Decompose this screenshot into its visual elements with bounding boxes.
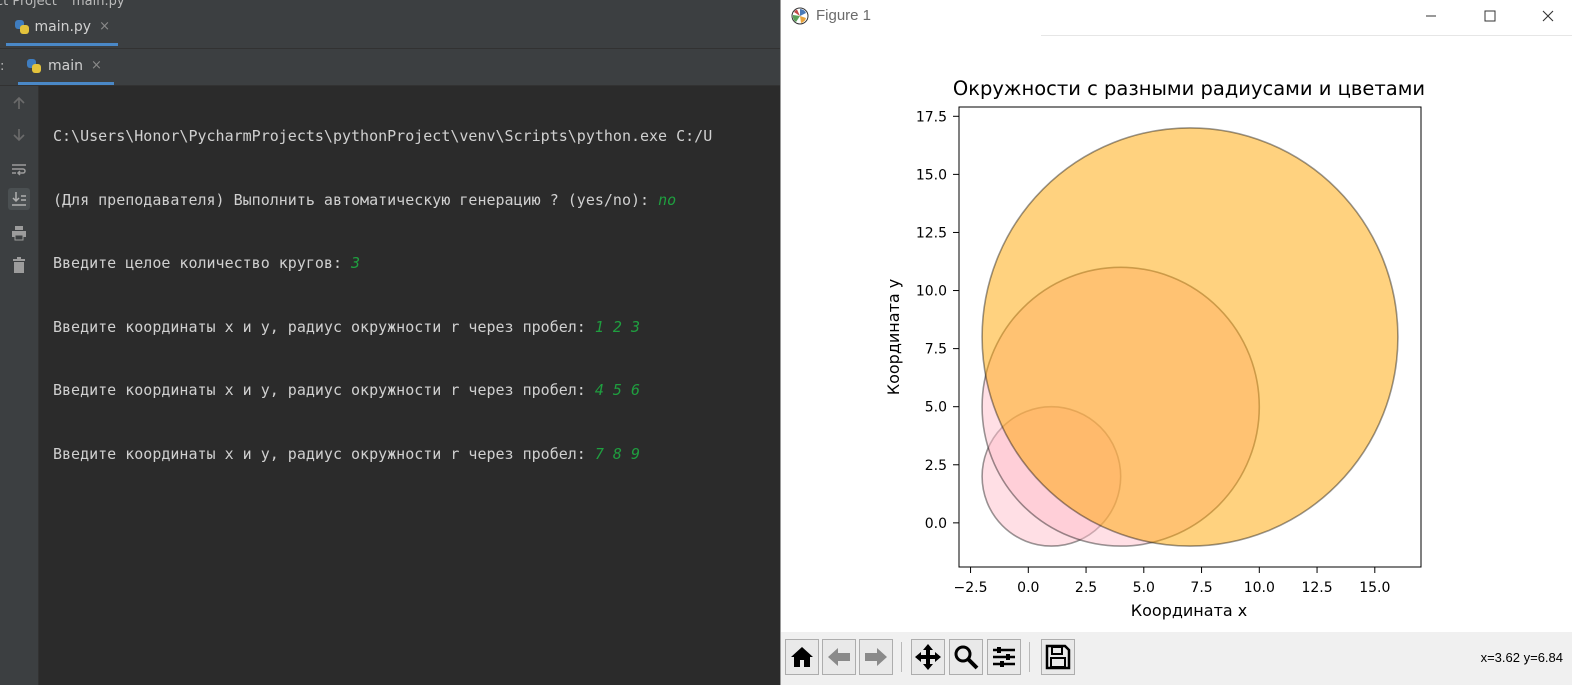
console-line: Введите координаты x и y, радиус окружно…	[53, 381, 641, 399]
x-axis-label: Координата x	[1131, 601, 1248, 620]
circle-3	[981, 127, 1399, 547]
breadcrumb-file[interactable]: main.py	[72, 0, 125, 9]
save-button[interactable]	[1041, 639, 1075, 675]
console-line: (Для преподавателя) Выполнить автоматиче…	[53, 190, 677, 209]
run-tab-bar: : main ×	[0, 49, 782, 86]
run-tab-label: main	[48, 57, 83, 74]
x-tick-label: 12.5	[1301, 580, 1332, 596]
forward-button[interactable]	[859, 639, 893, 675]
back-button[interactable]	[822, 639, 856, 675]
console-line: Введите целое количество кругов: 3	[53, 254, 361, 272]
y-tick-label: 5.0	[925, 400, 947, 416]
home-icon	[791, 647, 813, 667]
save-icon	[1045, 644, 1071, 670]
zoom-icon	[954, 645, 979, 670]
tab-run-main[interactable]: main ×	[18, 49, 114, 85]
pan-icon	[915, 644, 941, 670]
arrow-up-icon[interactable]	[8, 92, 30, 114]
figure-window: Figure 1 Окружности с разными радиусами …	[780, 0, 1572, 685]
y-tick-label: 10.0	[916, 284, 947, 300]
run-panel-dots-icon[interactable]: :	[0, 59, 4, 74]
pan-button[interactable]	[911, 639, 945, 675]
circles-layer	[981, 127, 1399, 547]
console-toolbar	[0, 86, 39, 685]
y-tick-label: 0.0	[925, 516, 947, 532]
console-line: Введите координаты x и y, радиус окружно…	[53, 444, 641, 463]
tab-label: main.py	[34, 18, 92, 35]
toolbar-separator	[901, 642, 902, 672]
run-tab-close-icon[interactable]: ×	[91, 58, 102, 73]
print-icon[interactable]	[8, 222, 30, 244]
python-run-icon	[26, 58, 42, 74]
maximize-button[interactable]	[1467, 0, 1513, 32]
x-tick-label: 0.0	[1017, 580, 1039, 596]
python-file-icon	[14, 19, 29, 35]
y-tick-label: 15.0	[916, 167, 947, 183]
breadcrumb-project[interactable]: ct Project	[0, 0, 57, 9]
figure-titlebar[interactable]: Figure 1	[781, 0, 1572, 34]
tab-main-py[interactable]: main.py ×	[6, 10, 118, 46]
x-tick-label: −2.5	[954, 580, 988, 596]
x-tick-label: 7.5	[1190, 580, 1212, 596]
editor-tab-bar: main.py ×	[0, 10, 782, 49]
scroll-to-end-icon[interactable]	[8, 188, 30, 210]
forward-icon	[865, 648, 887, 666]
y-tick-label: 2.5	[925, 458, 947, 474]
arrow-down-icon[interactable]	[8, 124, 30, 146]
toolbar-separator	[1029, 642, 1030, 672]
minimize-button[interactable]	[1408, 0, 1454, 32]
zoom-button[interactable]	[949, 639, 983, 675]
soft-wrap-icon[interactable]	[8, 158, 30, 180]
figure-toolbar: x=3.62 y=6.84	[781, 632, 1572, 685]
x-tick-label: 10.0	[1244, 580, 1275, 596]
y-tick-label: 17.5	[916, 109, 947, 125]
back-icon	[828, 648, 850, 666]
plot-canvas[interactable]: Окружности с разными радиусами и цветами…	[781, 36, 1572, 632]
y-axis-label: Координата y	[884, 279, 903, 396]
home-button[interactable]	[785, 639, 819, 675]
configure-subplots-icon	[993, 647, 1015, 667]
y-axis: 0.0 2.5 5.0 7.5 10.0 12.5 15.0 17.5	[916, 109, 959, 532]
matplotlib-logo-icon	[791, 7, 809, 25]
configure-subplots-button[interactable]	[987, 639, 1021, 675]
x-tick-label: 15.0	[1359, 580, 1390, 596]
console-line: C:\Users\Honor\PycharmProjects\pythonPro…	[53, 127, 713, 145]
y-tick-label: 7.5	[925, 342, 947, 358]
y-tick-label: 12.5	[916, 225, 947, 241]
run-console-output[interactable]: C:\Users\Honor\PycharmProjects\pythonPro…	[53, 89, 712, 506]
breadcrumb: ct Project main.py	[0, 0, 782, 10]
figure-window-title: Figure 1	[816, 7, 872, 24]
close-window-button[interactable]	[1525, 0, 1571, 32]
console-line: Введите координаты x и y, радиус окружно…	[53, 317, 641, 336]
chart-title: Окружности с разными радиусами и цветами	[953, 77, 1425, 100]
cursor-coordinates-readout: x=3.62 y=6.84	[1480, 650, 1563, 665]
x-tick-label: 5.0	[1133, 580, 1155, 596]
tab-close-icon[interactable]: ×	[99, 19, 110, 34]
trash-icon[interactable]	[8, 254, 30, 276]
x-tick-label: 2.5	[1075, 580, 1097, 596]
x-axis: −2.5 0.0 2.5 5.0 7.5 10.0 12.5 15.0	[954, 567, 1390, 596]
ide-window: ct Project main.py main.py × : main × C:…	[0, 0, 782, 685]
